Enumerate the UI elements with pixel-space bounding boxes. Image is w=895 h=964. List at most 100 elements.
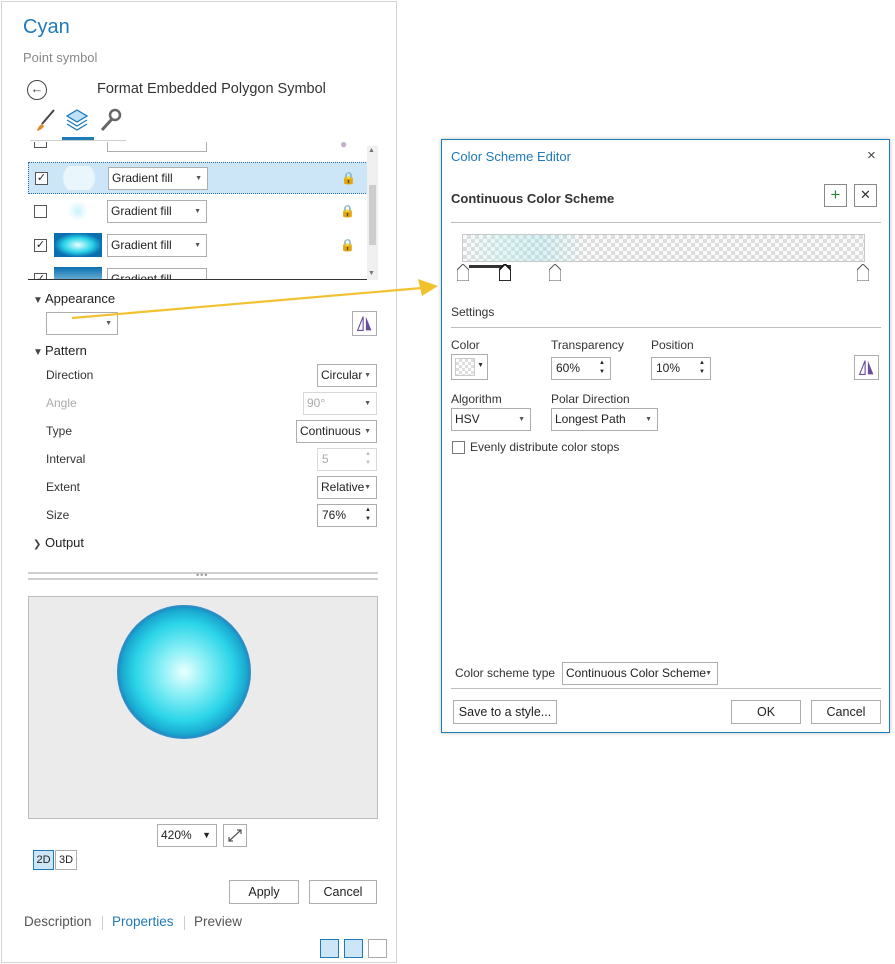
color-picker[interactable]: ▼ bbox=[451, 354, 488, 380]
wrench-icon[interactable] bbox=[98, 107, 122, 133]
angle-label: Angle bbox=[46, 396, 77, 410]
output-section-header[interactable]: ❯ Output bbox=[33, 535, 84, 550]
tab-preview[interactable]: Preview bbox=[194, 914, 242, 929]
transparency-stepper[interactable]: 60% ▲ ▼ bbox=[551, 357, 611, 380]
flip-colors-icon[interactable] bbox=[854, 355, 879, 380]
chevron-down-icon: ▼ bbox=[33, 347, 43, 358]
layer-thumbnail bbox=[68, 201, 88, 221]
polar-direction-dropdown[interactable]: Longest Path ▼ bbox=[551, 408, 658, 431]
evenly-distribute-label: Evenly distribute color stops bbox=[470, 440, 620, 454]
list-view-icon[interactable] bbox=[344, 939, 363, 958]
pattern-section-header[interactable]: ▼ Pattern bbox=[33, 343, 87, 358]
algorithm-dropdown[interactable]: HSV ▼ bbox=[451, 408, 531, 431]
position-stepper[interactable]: 10% ▲ ▼ bbox=[651, 357, 711, 380]
layer-row[interactable]: ● bbox=[28, 142, 368, 157]
scheme-type-label: Color scheme type bbox=[455, 666, 556, 680]
direction-label: Direction bbox=[46, 368, 94, 382]
color-stop[interactable] bbox=[549, 264, 561, 281]
scheme-heading: Continuous Color Scheme bbox=[451, 191, 615, 206]
section-divider bbox=[451, 222, 881, 223]
settings-label: Settings bbox=[451, 305, 495, 319]
view-2d-button[interactable]: 2D bbox=[33, 850, 54, 870]
stepper-arrows-icon[interactable]: ▲ ▼ bbox=[698, 359, 706, 377]
stepper-arrows-icon[interactable]: ▲ ▼ bbox=[598, 359, 606, 377]
angle-value: 90° bbox=[307, 396, 326, 410]
layers-icon[interactable] bbox=[65, 107, 89, 133]
type-dropdown[interactable]: Continuous ▼ bbox=[296, 420, 377, 443]
symbology-pane: Cyan Point symbol ← Format Embedded Poly… bbox=[1, 1, 397, 963]
dialog-title: Color Scheme Editor bbox=[451, 149, 571, 164]
lock-icon[interactable]: 🔒 bbox=[340, 238, 355, 252]
layer-type-value: Gradient fill bbox=[112, 171, 173, 185]
scroll-down-icon[interactable]: ▼ bbox=[368, 270, 375, 277]
view-3d-button[interactable]: 3D bbox=[55, 850, 77, 870]
layer-row[interactable]: ✓ Gradient fill ▼ 🔒 bbox=[28, 162, 368, 194]
layer-visibility-checkbox[interactable] bbox=[34, 205, 47, 218]
layer-visibility-checkbox[interactable]: ✓ bbox=[35, 172, 48, 185]
chevron-down-icon: ▼ bbox=[194, 208, 201, 215]
layer-type-dropdown[interactable]: Gradient fill ▼ bbox=[107, 200, 207, 223]
interval-label: Interval bbox=[46, 452, 86, 466]
fit-extent-icon[interactable] bbox=[223, 824, 247, 847]
remove-stop-button[interactable]: ✕ bbox=[854, 184, 877, 207]
apply-button[interactable]: Apply bbox=[229, 880, 299, 904]
scrollbar-thumb[interactable] bbox=[369, 185, 376, 245]
color-swatch bbox=[455, 358, 475, 376]
ok-button[interactable]: OK bbox=[731, 700, 801, 724]
lock-icon[interactable]: ● bbox=[340, 142, 354, 151]
section-divider bbox=[451, 327, 881, 328]
color-stop[interactable] bbox=[857, 264, 869, 281]
section-divider bbox=[451, 688, 881, 689]
evenly-distribute-checkbox[interactable] bbox=[452, 441, 465, 454]
layer-type-dropdown[interactable]: Gradient fill ▼ bbox=[108, 167, 208, 190]
algorithm-value: HSV bbox=[455, 412, 480, 426]
chevron-down-icon: ▼ bbox=[705, 670, 712, 677]
chevron-right-icon: ❯ bbox=[33, 539, 42, 550]
angle-dropdown: 90° ▼ bbox=[303, 392, 377, 415]
layer-thumbnail bbox=[54, 233, 102, 257]
polar-direction-value: Longest Path bbox=[555, 412, 626, 426]
tab-properties[interactable]: Properties bbox=[112, 914, 174, 929]
chevron-down-icon: ▼ bbox=[194, 242, 201, 249]
layer-type-dropdown[interactable] bbox=[107, 142, 207, 152]
size-stepper[interactable]: 76% ▲ ▼ bbox=[317, 504, 377, 527]
color-stop[interactable] bbox=[457, 264, 469, 281]
lock-icon[interactable]: 🔒 bbox=[341, 171, 356, 185]
lock-icon[interactable]: 🔒 bbox=[340, 204, 355, 218]
cyan-sphere-preview bbox=[117, 605, 251, 739]
layer-row[interactable]: Gradient fill ▼ 🔒 bbox=[28, 196, 368, 228]
save-to-style-button[interactable]: Save to a style... bbox=[453, 700, 557, 724]
layer-row[interactable]: ✓ Gradient fill ▼ 🔒 bbox=[28, 230, 368, 262]
tab-description[interactable]: Description bbox=[24, 914, 92, 929]
layout-view-icon[interactable] bbox=[320, 939, 339, 958]
algorithm-label: Algorithm bbox=[451, 392, 502, 406]
add-stop-button[interactable]: + bbox=[824, 184, 847, 207]
layer-type-dropdown[interactable]: Gradient fill ▼ bbox=[107, 234, 207, 257]
scroll-up-icon[interactable]: ▲ bbox=[368, 147, 375, 154]
layer-visibility-checkbox[interactable]: ✓ bbox=[34, 239, 47, 252]
zoom-dropdown[interactable]: 420% ▼ bbox=[157, 824, 217, 847]
extent-dropdown[interactable]: Relative ▼ bbox=[317, 476, 377, 499]
splitter-bottom[interactable] bbox=[28, 578, 378, 580]
color-ramp[interactable] bbox=[462, 234, 865, 262]
chevron-down-icon: ▼ bbox=[33, 295, 43, 306]
dialog-cancel-button[interactable]: Cancel bbox=[811, 700, 881, 724]
tab-separator bbox=[30, 140, 126, 141]
cancel-button[interactable]: Cancel bbox=[309, 880, 377, 904]
direction-dropdown[interactable]: Circular ▼ bbox=[317, 364, 377, 387]
symbol-layers-list[interactable]: ● ✓ Gradient fill ▼ 🔒 Gradient fill ▼ 🔒 bbox=[28, 142, 378, 280]
paintbrush-icon[interactable] bbox=[34, 107, 58, 133]
stepper-arrows-icon[interactable]: ▲ ▼ bbox=[364, 506, 372, 524]
layer-visibility-checkbox[interactable]: ✓ bbox=[34, 273, 47, 279]
direction-value: Circular bbox=[321, 368, 363, 382]
layer-visibility-checkbox[interactable] bbox=[34, 142, 47, 148]
close-icon[interactable]: × bbox=[867, 147, 876, 164]
back-arrow-icon[interactable]: ← bbox=[27, 80, 47, 100]
scheme-type-dropdown[interactable]: Continuous Color Scheme ▼ bbox=[562, 662, 718, 685]
grid-view-icon[interactable] bbox=[368, 939, 387, 958]
transparency-label: Transparency bbox=[551, 338, 624, 352]
interval-stepper: 5 ▲ ▼ bbox=[317, 448, 377, 471]
extent-label: Extent bbox=[46, 480, 81, 494]
color-stop-selected[interactable] bbox=[499, 264, 511, 281]
chevron-down-icon: ▼ bbox=[195, 175, 202, 182]
